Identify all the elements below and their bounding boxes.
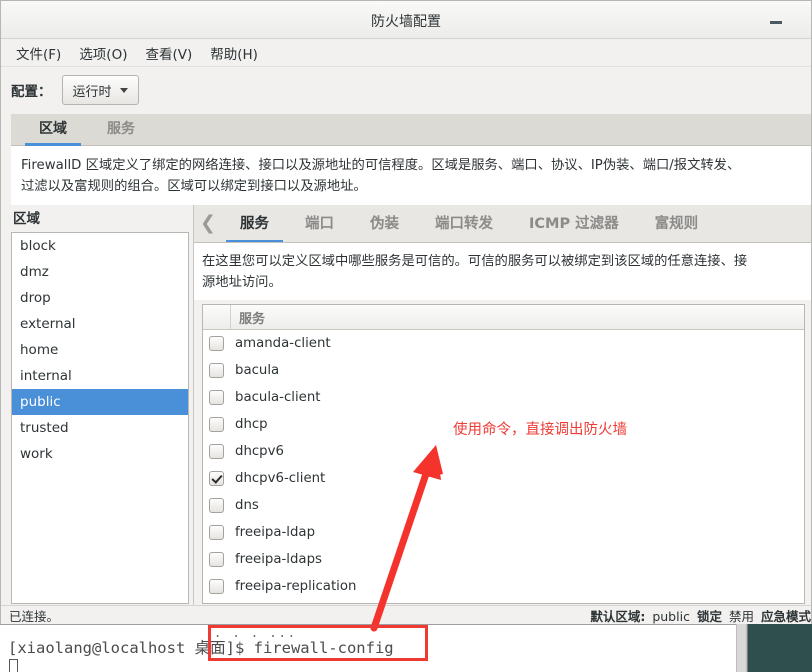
configuration-select[interactable]: 运行时 bbox=[61, 75, 139, 105]
menu-item-help[interactable]: 帮助(H) bbox=[201, 40, 267, 66]
table-row[interactable]: dhcpv6-client bbox=[203, 465, 804, 492]
terminal-cursor bbox=[9, 659, 18, 672]
zone-list-item-work[interactable]: work bbox=[12, 441, 188, 467]
menubar: 文件(F) 选项(O) 查看(V) 帮助(H) bbox=[1, 39, 811, 67]
service-table-header-name: 服务 bbox=[239, 311, 266, 327]
service-checkbox-freeipa-ldap[interactable] bbox=[209, 525, 224, 540]
table-row[interactable]: freeipa-ldap bbox=[203, 519, 804, 546]
tab-zones[interactable]: 区域 bbox=[19, 112, 87, 146]
zone-list-item-external[interactable]: external bbox=[12, 311, 188, 337]
service-name: freeipa-ldap bbox=[235, 525, 316, 540]
firewall-config-window: 防火墙配置 文件(F) 选项(O) 查看(V) 帮助(H) 配置： 运行时 区域… bbox=[0, 0, 812, 624]
zone-description: FirewallD 区域定义了绑定的网络连接、接口以及源地址的可信程度。区域是服… bbox=[11, 146, 811, 205]
service-checkbox-freeipa-replication[interactable] bbox=[209, 579, 224, 594]
chevron-left-icon[interactable]: ❮ bbox=[194, 205, 222, 242]
annotation-note: 使用命令，直接调出防火墙 bbox=[453, 422, 627, 438]
zone-list-item-drop[interactable]: drop bbox=[12, 285, 188, 311]
configuration-select-value: 运行时 bbox=[72, 84, 112, 100]
zone-list-item-dmz[interactable]: dmz bbox=[12, 259, 188, 285]
inner-tab-port-forwarding[interactable]: 端口转发 bbox=[417, 205, 511, 242]
table-row[interactable]: bacula-client bbox=[203, 384, 804, 411]
service-name: dhcpv6 bbox=[235, 444, 284, 459]
statusbar-right: 默认区域: public 锁定 禁用 应急模式 bbox=[590, 606, 811, 624]
service-name: dns bbox=[235, 498, 259, 513]
zone-description-line-2: 过滤以及富规则的组合。区域可以绑定到接口以及源地址。 bbox=[21, 179, 367, 194]
table-row[interactable]: dns bbox=[203, 492, 804, 519]
service-table-header: 服务 bbox=[203, 305, 804, 330]
zone-description-line-1: FirewallD 区域定义了绑定的网络连接、接口以及源地址的可信程度。区域是服… bbox=[21, 158, 741, 173]
zone-list-item-public[interactable]: public bbox=[12, 389, 188, 415]
main-body: 区域 block dmz drop external home internal… bbox=[1, 205, 811, 605]
service-name: amanda-client bbox=[235, 336, 331, 351]
lock-status: 锁定 bbox=[696, 609, 722, 624]
inner-tabstrip: ❮ 服务 端口 伪装 端口转发 ICMP 过滤器 富规则 bbox=[194, 205, 811, 243]
configuration-toolbar: 配置： 运行时 bbox=[1, 67, 811, 113]
zone-list-item-trusted[interactable]: trusted bbox=[12, 415, 188, 441]
zone-list-item-internal[interactable]: internal bbox=[12, 363, 188, 389]
default-zone-label: 默认区域: bbox=[590, 609, 646, 624]
table-row[interactable]: dhcpv6 bbox=[203, 438, 804, 465]
zone-list-item-home[interactable]: home bbox=[12, 337, 188, 363]
zone-list-item-block[interactable]: block bbox=[12, 233, 188, 259]
outer-tabstrip: 区域 服务 bbox=[11, 112, 811, 146]
service-description-line-1: 在这里您可以定义区域中哪些服务是可信的。可信的服务可以被绑定到该区域的任意连接、… bbox=[202, 254, 748, 269]
service-table: 服务 amanda-client bacula bacula-client dh… bbox=[202, 304, 805, 604]
menu-item-options[interactable]: 选项(O) bbox=[70, 40, 136, 66]
minimize-icon[interactable] bbox=[767, 12, 785, 28]
service-checkbox-bacula-client[interactable] bbox=[209, 390, 224, 405]
service-checkbox-dns[interactable] bbox=[209, 498, 224, 513]
service-description: 在这里您可以定义区域中哪些服务是可信的。可信的服务可以被绑定到该区域的任意连接、… bbox=[194, 243, 811, 300]
service-checkbox-dhcp[interactable] bbox=[209, 417, 224, 432]
inner-tab-icmp-filter[interactable]: ICMP 过滤器 bbox=[511, 205, 637, 242]
zone-panel-heading: 区域 bbox=[13, 211, 40, 227]
configuration-label: 配置： bbox=[11, 84, 52, 100]
inner-tab-ports[interactable]: 端口 bbox=[287, 205, 352, 242]
menu-item-view[interactable]: 查看(V) bbox=[136, 40, 201, 66]
inner-tab-rich-rules[interactable]: 富规则 bbox=[637, 205, 717, 242]
window-titlebar: 防火墙配置 bbox=[1, 1, 811, 39]
service-checkbox-bacula[interactable] bbox=[209, 363, 224, 378]
menu-item-file[interactable]: 文件(F) bbox=[7, 40, 70, 66]
service-checkbox-freeipa-ldaps[interactable] bbox=[209, 552, 224, 567]
zone-panel: 区域 block dmz drop external home internal… bbox=[1, 205, 193, 605]
service-checkbox-amanda-client[interactable] bbox=[209, 336, 224, 351]
service-name: freeipa-replication bbox=[235, 579, 357, 594]
service-name: bacula-client bbox=[235, 390, 321, 405]
terminal-scrollbar[interactable] bbox=[736, 624, 747, 672]
service-name: dhcpv6-client bbox=[235, 471, 326, 486]
table-row[interactable]: freeipa-ldaps bbox=[203, 546, 804, 573]
connection-status: 已连接。 bbox=[9, 609, 60, 624]
window-title: 防火墙配置 bbox=[371, 14, 441, 30]
terminal-prompt-line: [xiaolang@localhost 桌面]$ firewall-config bbox=[8, 639, 394, 657]
panic-mode-status: 应急模式 bbox=[760, 609, 811, 624]
table-row[interactable]: amanda-client bbox=[203, 330, 804, 357]
service-table-header-checkbox-col bbox=[203, 305, 231, 329]
terminal-background-panel bbox=[748, 624, 812, 672]
inner-tab-masquerade[interactable]: 伪装 bbox=[352, 205, 417, 242]
service-description-line-2: 源地址访问。 bbox=[202, 275, 282, 290]
table-row[interactable]: freeipa-replication bbox=[203, 573, 804, 600]
service-checkbox-dhcpv6[interactable] bbox=[209, 444, 224, 459]
outer-notebook: 区域 服务 FirewallD 区域定义了绑定的网络连接、接口以及源地址的可信程… bbox=[11, 112, 811, 205]
service-name: dhcp bbox=[235, 417, 268, 432]
tab-services[interactable]: 服务 bbox=[87, 112, 155, 145]
disabled-status: 禁用 bbox=[728, 609, 754, 624]
zone-detail-panel: ❮ 服务 端口 伪装 端口转发 ICMP 过滤器 富规则 在这里您可以定义区域中… bbox=[193, 205, 811, 605]
service-name: freeipa-ldaps bbox=[235, 552, 322, 567]
default-zone-value: public bbox=[652, 609, 690, 624]
service-checkbox-dhcpv6-client[interactable] bbox=[209, 471, 224, 486]
statusbar: 已连接。 默认区域: public 锁定 禁用 应急模式 bbox=[1, 605, 811, 624]
chevron-down-icon bbox=[119, 87, 128, 93]
zone-list[interactable]: block dmz drop external home internal pu… bbox=[11, 232, 189, 604]
service-name: bacula bbox=[235, 363, 280, 378]
table-row[interactable]: bacula bbox=[203, 357, 804, 384]
screen-root: 防火墙配置 文件(F) 选项(O) 查看(V) 帮助(H) 配置： 运行时 区域… bbox=[0, 0, 812, 672]
inner-tab-services[interactable]: 服务 bbox=[222, 205, 287, 242]
